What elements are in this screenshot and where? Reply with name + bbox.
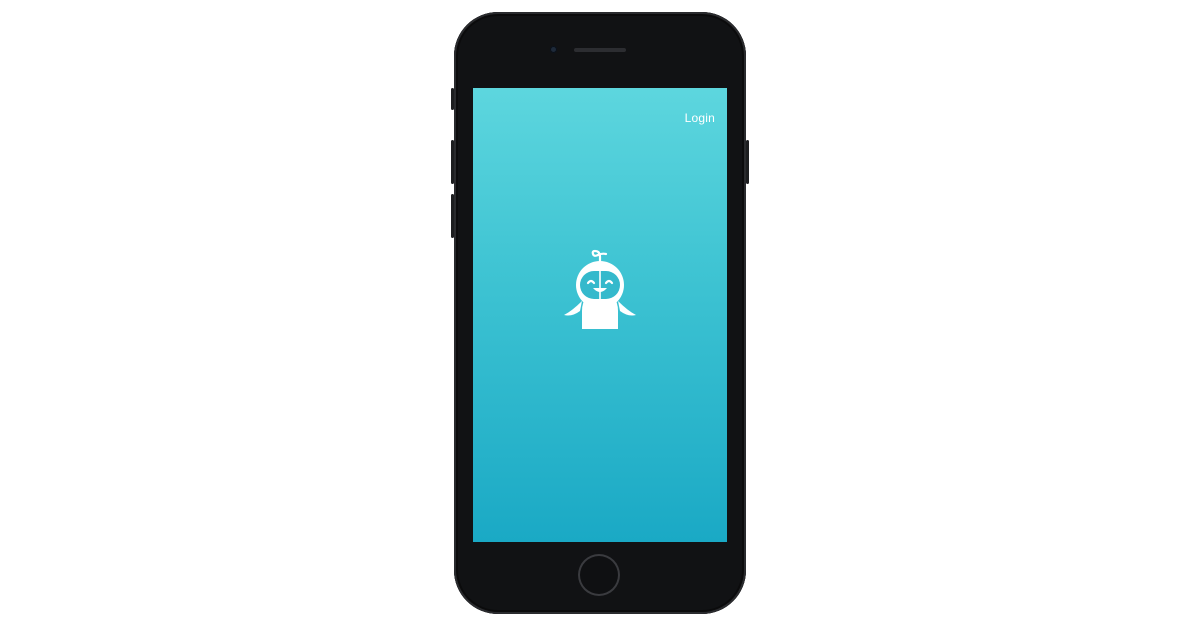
page-background: Login [0, 0, 1200, 630]
robot-mascot-icon [564, 249, 636, 329]
silent-switch [451, 88, 454, 110]
earpiece-speaker [574, 48, 626, 52]
phone-frame: Login [451, 12, 749, 614]
home-button[interactable] [578, 554, 620, 596]
app-splash-screen: Login [473, 88, 727, 542]
volume-up-button [451, 140, 454, 184]
volume-down-button [451, 194, 454, 238]
front-camera-icon [550, 46, 557, 53]
power-button [746, 140, 749, 184]
login-link[interactable]: Login [685, 111, 715, 125]
